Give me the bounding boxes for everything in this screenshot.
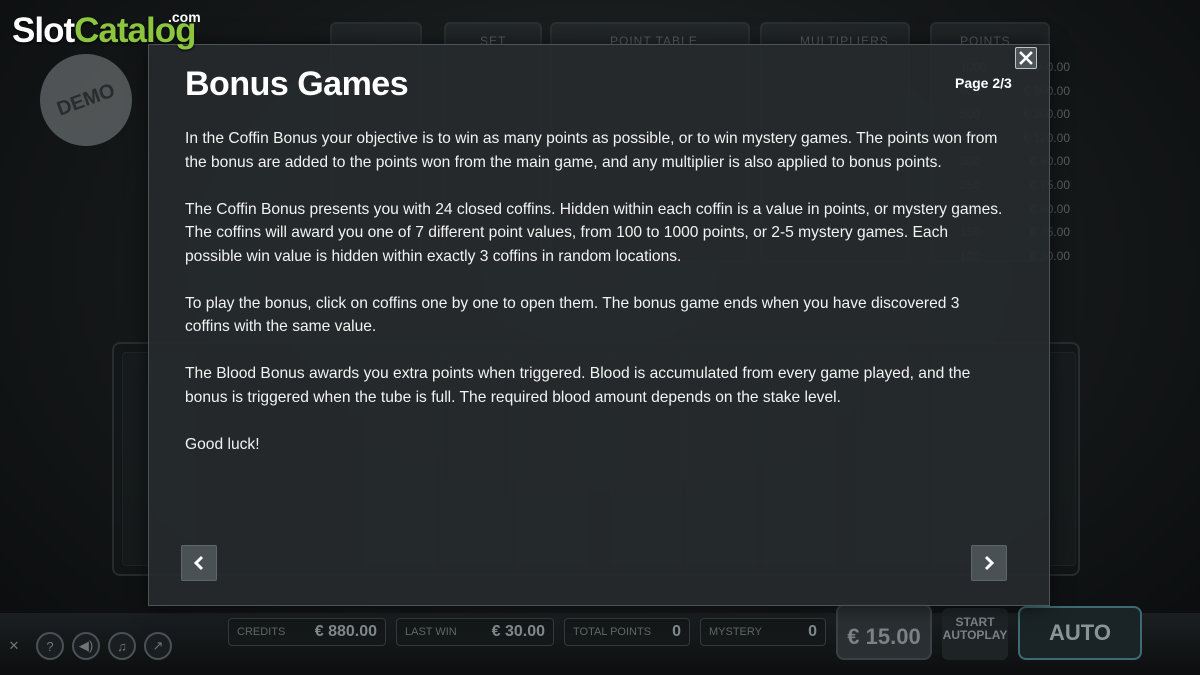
paragraph: In the Coffin Bonus your objective is to… (185, 130, 998, 171)
next-page-button[interactable] (971, 545, 1007, 581)
close-game-icon[interactable]: ✕ (4, 636, 24, 656)
credits-label: CREDITS (237, 626, 286, 638)
info-dialog: Bonus Games Page 2/3 In the Coffin Bonus… (148, 44, 1050, 606)
sound-icon[interactable]: ◀) (72, 632, 100, 660)
total-points-value: 0 (672, 623, 681, 640)
paragraph: To play the bonus, click on coffins one … (185, 294, 960, 336)
chevron-right-icon (984, 555, 995, 571)
credits-display: CREDITS € 880.00 (228, 618, 386, 646)
paragraph: The Blood Bonus awards you extra points … (185, 365, 971, 406)
paragraph: The Coffin Bonus presents you with 24 cl… (185, 200, 1003, 265)
total-points-label: TOTAL POINTS (573, 626, 652, 638)
auto-button[interactable]: AUTO (1018, 606, 1142, 660)
game-screen: SET POINT TABLE MULTIPLIERS POINTS 1000€… (0, 0, 1200, 675)
close-icon (1019, 51, 1033, 65)
mystery-label: MYSTERY (709, 626, 762, 638)
page-indicator: Page 2/3 (955, 75, 1012, 91)
mystery-display: MYSTERY 0 (700, 618, 826, 646)
dialog-title: Bonus Games (185, 65, 409, 103)
last-win-label: LAST WIN (405, 626, 457, 638)
close-button[interactable] (1015, 47, 1037, 69)
total-points-display: TOTAL POINTS 0 (564, 618, 690, 646)
start-autoplay-button[interactable]: START AUTOPLAY (942, 608, 1008, 660)
credits-value: € 880.00 (314, 623, 377, 640)
last-win-display: LAST WIN € 30.00 (396, 618, 554, 646)
help-icon[interactable]: ? (36, 632, 64, 660)
chevron-left-icon (193, 555, 204, 571)
stake-button[interactable]: € 15.00 (836, 604, 932, 660)
mystery-value: 0 (808, 623, 817, 640)
logo-suffix: .com (168, 9, 201, 25)
prev-page-button[interactable] (181, 545, 217, 581)
external-link-icon[interactable]: ↗ (144, 632, 172, 660)
last-win-value: € 30.00 (491, 623, 545, 640)
music-icon[interactable]: ♫ (108, 632, 136, 660)
dialog-body: In the Coffin Bonus your objective is to… (185, 127, 1005, 480)
paragraph: Good luck! (185, 435, 260, 453)
